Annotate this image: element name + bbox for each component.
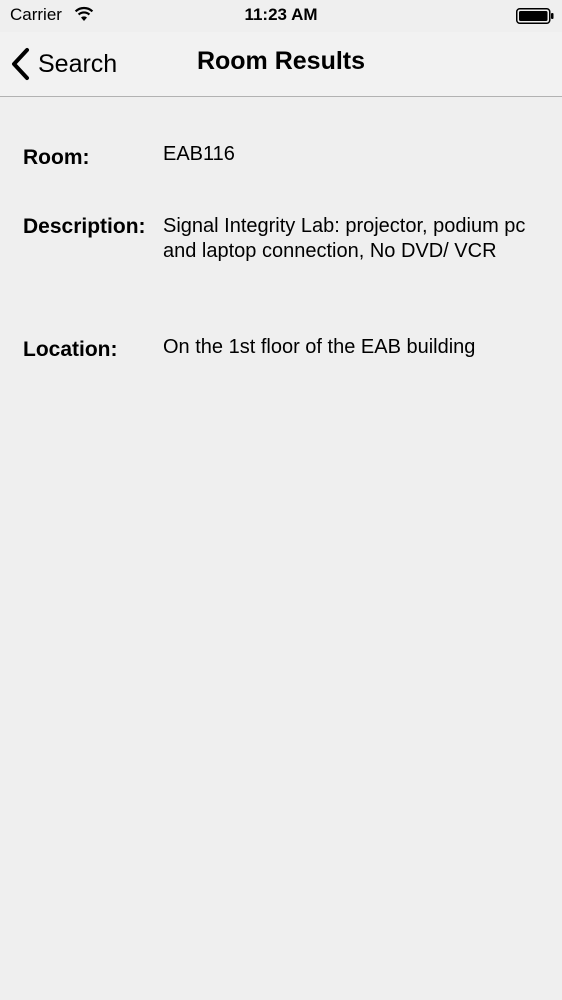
location-value: On the 1st floor of the EAB building [163, 336, 476, 358]
status-bar: Carrier 11:23 AM [0, 0, 562, 32]
room-value: EAB116 [163, 143, 235, 165]
room-row: Room: EAB116 [23, 142, 543, 170]
navigation-bar: Search Room Results [0, 32, 562, 97]
status-time: 11:23 AM [244, 5, 318, 24]
location-row: Location: On the 1st floor of the EAB bu… [23, 335, 543, 362]
room-label: Room: [23, 146, 90, 169]
page-title: Room Results [196, 47, 366, 75]
description-row: Description: Signal Integrity Lab: proje… [23, 214, 543, 264]
battery-icon [516, 8, 554, 24]
description-label: Description: [23, 215, 146, 238]
location-label: Location: [23, 338, 118, 361]
description-value: Signal Integrity Lab: projector, podium … [163, 215, 526, 262]
room-results-screen: Carrier 11:23 AM Search Room Results Roo… [0, 0, 562, 1000]
